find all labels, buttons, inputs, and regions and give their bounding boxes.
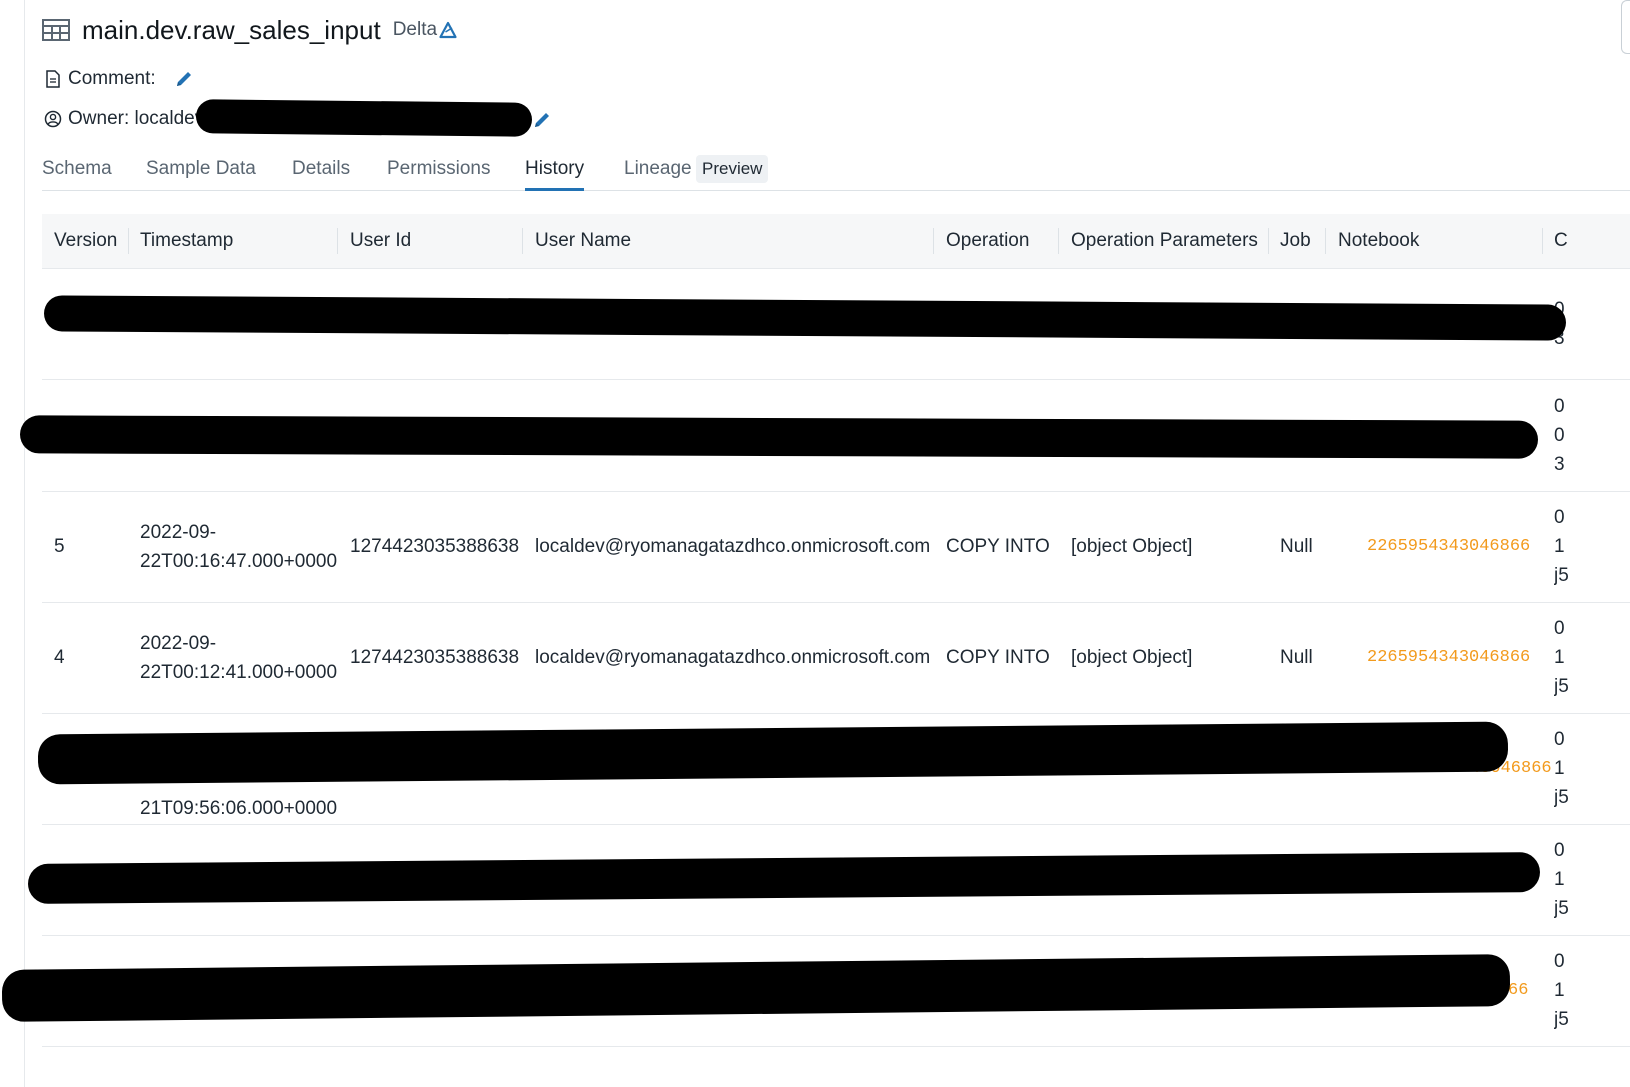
- version-cell: 4: [54, 646, 65, 668]
- user-circle-icon: [44, 110, 62, 128]
- clipped-line: 1: [1554, 536, 1565, 557]
- document-icon: [46, 70, 60, 88]
- clipped-line: j5: [1554, 565, 1569, 586]
- column-header-user-id[interactable]: User Id: [350, 214, 411, 268]
- clipped-line: 1: [1554, 869, 1565, 890]
- job-cell: Null: [1280, 535, 1313, 557]
- tab-history[interactable]: History: [525, 152, 585, 191]
- clipped-line: 0: [1554, 618, 1565, 639]
- column-resize-handle[interactable]: [1325, 228, 1326, 254]
- clipped-line: 0: [1554, 951, 1565, 972]
- operation-cell: COPY INTO: [946, 535, 1050, 557]
- owner-redaction: [195, 99, 533, 137]
- tab-bar: Schema Sample Data Details Permissions H…: [42, 152, 1630, 191]
- column-header-version[interactable]: Version: [54, 214, 117, 268]
- tab-lineage[interactable]: Lineage: [624, 152, 692, 190]
- column-resize-handle[interactable]: [128, 228, 129, 254]
- column-header-notebook[interactable]: Notebook: [1338, 214, 1419, 268]
- tab-sample-data[interactable]: Sample Data: [146, 152, 256, 190]
- notebook-link[interactable]: 66: [1508, 935, 1528, 1046]
- left-divider: [24, 0, 25, 1087]
- page-title: main.dev.raw_sales_input: [82, 14, 381, 45]
- clipped-cell: 0 1 j5: [1554, 602, 1594, 713]
- table-title-row: main.dev.raw_sales_input Delta: [42, 12, 457, 48]
- timestamp-cell: 2022-09-22T00:12:41.000+0000: [140, 632, 338, 683]
- column-header-timestamp[interactable]: Timestamp: [140, 214, 233, 268]
- clipped-line: 1: [1554, 980, 1565, 1001]
- version-cell: 5: [54, 535, 65, 557]
- job-cell: Null: [1280, 646, 1313, 668]
- delta-label: Delta: [392, 19, 438, 40]
- table-row[interactable]: 4 2022-09-22T00:12:41.000+0000 127442303…: [42, 602, 1630, 714]
- column-resize-handle[interactable]: [1542, 228, 1543, 254]
- timestamp-cell: 2022-09-22T00:16:47.000+0000: [140, 521, 338, 572]
- tab-details[interactable]: Details: [292, 152, 350, 190]
- operation-cell: COPY INTO: [946, 646, 1050, 668]
- clipped-line: j5: [1554, 898, 1569, 919]
- owner-row: Owner: localdev: [44, 106, 204, 132]
- table-icon: [42, 19, 70, 41]
- column-header-operation-parameters[interactable]: Operation Parameters: [1071, 214, 1258, 268]
- tab-schema[interactable]: Schema: [42, 152, 112, 190]
- clipped-line: 0: [1554, 425, 1565, 446]
- operation-parameters-cell[interactable]: [object Object]: [1071, 491, 1192, 602]
- column-header-user-name[interactable]: User Name: [535, 214, 631, 268]
- operation-parameters-cell[interactable]: [object Object]: [1071, 602, 1192, 713]
- owner-label: Owner: localdev: [68, 108, 205, 129]
- column-header-job[interactable]: Job: [1280, 214, 1311, 268]
- clipped-cell: 0 1 j5: [1554, 713, 1594, 824]
- clipped-line: j5: [1554, 787, 1569, 808]
- clipped-line: 0: [1554, 729, 1565, 750]
- clipped-cell: 0 1 j5: [1554, 935, 1594, 1046]
- user-id-cell: 1274423035388638: [350, 535, 520, 557]
- clipped-line: 1: [1554, 758, 1565, 779]
- clipped-line: 0: [1554, 507, 1565, 528]
- clipped-line: 3: [1554, 454, 1565, 475]
- comment-label: Comment:: [68, 68, 156, 89]
- clipped-line: 0: [1554, 840, 1565, 861]
- edit-comment-pencil-icon[interactable]: [174, 69, 194, 89]
- history-table-header: Version Timestamp User Id User Name Oper…: [42, 214, 1630, 269]
- delta-format-tag: Delta: [393, 19, 457, 41]
- top-right-button-edge[interactable]: [1621, 0, 1630, 54]
- user-id-cell: 1274423035388638: [350, 646, 520, 668]
- column-resize-handle[interactable]: [522, 228, 523, 254]
- comment-row: Comment:: [44, 66, 194, 92]
- notebook-link[interactable]: 2265954343046866: [1367, 491, 1530, 602]
- clipped-line: j5: [1554, 676, 1569, 697]
- column-resize-handle[interactable]: [1268, 228, 1269, 254]
- clipped-cell: 0 0 3: [1554, 380, 1594, 491]
- user-name-cell: localdev@ryomanagatazdhco.onmicrosoft.co…: [535, 535, 931, 557]
- column-resize-handle[interactable]: [337, 228, 338, 254]
- delta-icon: [439, 21, 457, 39]
- clipped-line: 1: [1554, 647, 1565, 668]
- column-header-operation[interactable]: Operation: [946, 214, 1029, 268]
- clipped-cell: 0 1 j5: [1554, 491, 1594, 602]
- notebook-link[interactable]: 2265954343046866: [1367, 602, 1530, 713]
- edit-owner-pencil-icon[interactable]: [532, 110, 552, 130]
- redaction-bar: [19, 415, 1539, 459]
- column-resize-handle[interactable]: [933, 228, 934, 254]
- tab-permissions[interactable]: Permissions: [387, 152, 490, 190]
- clipped-cell: 0 1 j5: [1554, 824, 1594, 935]
- preview-badge: Preview: [696, 155, 769, 183]
- clipped-line: 0: [1554, 396, 1565, 417]
- column-resize-handle[interactable]: [1058, 228, 1059, 254]
- user-name-cell: localdev@ryomanagatazdhco.onmicrosoft.co…: [535, 646, 931, 668]
- table-row[interactable]: 5 2022-09-22T00:16:47.000+0000 127442303…: [42, 491, 1630, 603]
- column-header-clipped[interactable]: C: [1554, 214, 1568, 268]
- clipped-line: j5: [1554, 1009, 1569, 1030]
